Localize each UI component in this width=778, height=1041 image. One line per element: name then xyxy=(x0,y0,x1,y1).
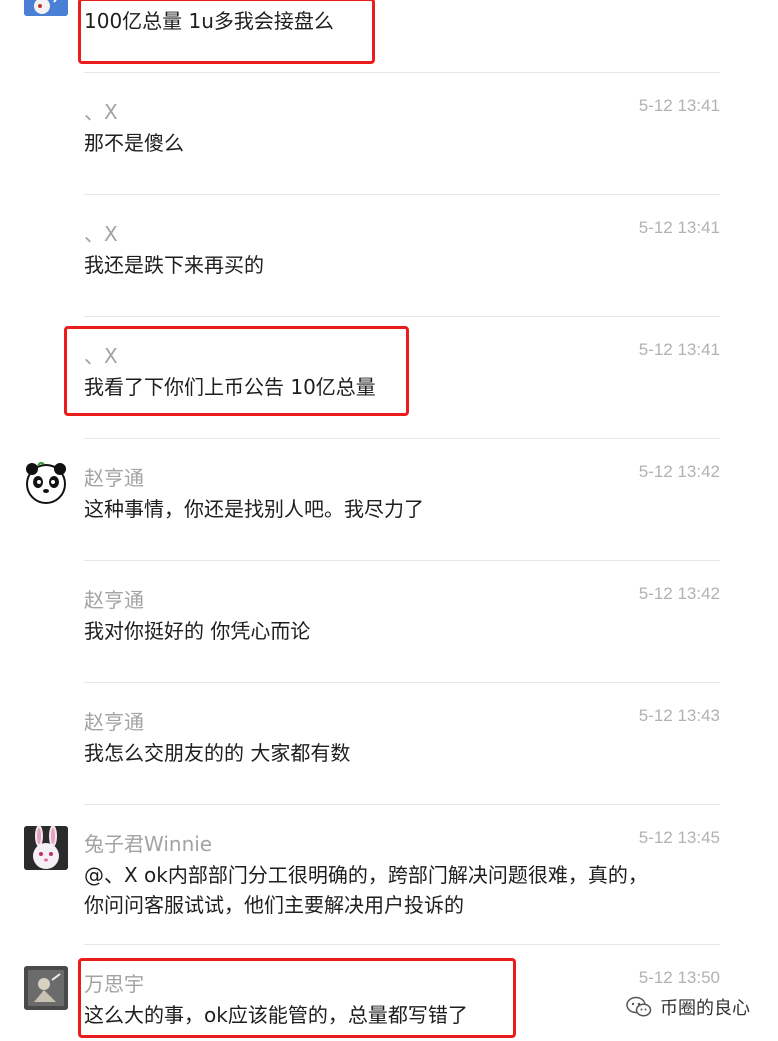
message-text-line1: @、X ok内部部门分工很明确的，跨部门解决问题很难，真的， xyxy=(84,863,648,887)
timestamp: 5-12 13:41 xyxy=(638,96,720,115)
divider xyxy=(84,194,720,195)
sender-name: 、X xyxy=(84,222,118,246)
divider xyxy=(84,560,720,561)
sender-name: 赵亨通 xyxy=(84,466,144,490)
avatar[interactable] xyxy=(24,460,68,504)
avatar[interactable] xyxy=(24,966,68,1010)
divider xyxy=(84,944,720,945)
divider xyxy=(84,682,720,683)
watermark-label: 币圈的良心 xyxy=(660,998,750,1019)
sender-name: 、X xyxy=(84,100,118,124)
sender-name: 赵亨通 xyxy=(84,710,144,734)
message-text: 我对你挺好的 你凭心而论 xyxy=(84,619,311,643)
divider xyxy=(84,804,720,805)
wechat-icon xyxy=(626,996,652,1017)
timestamp: 5-12 13:45 xyxy=(638,828,720,847)
avatar[interactable] xyxy=(24,826,68,870)
photo-icon xyxy=(24,966,68,1010)
watermark: 币圈的良心 xyxy=(626,994,750,1020)
highlight-box xyxy=(78,0,375,64)
message-text: 那不是傻么 xyxy=(84,131,184,155)
panda-icon xyxy=(26,461,66,504)
sender-name: 赵亨通 xyxy=(84,588,144,612)
avatar[interactable] xyxy=(24,0,68,16)
sender-name: 兔子君Winnie xyxy=(84,832,213,856)
message-text-line2: 你问问客服试试，他们主要解决用户投诉的 xyxy=(84,893,464,917)
rabbit-icon xyxy=(24,826,68,870)
timestamp: 5-12 13:42 xyxy=(638,462,720,481)
message-text: 我怎么交朋友的的 大家都有数 xyxy=(84,741,351,765)
timestamp: 5-12 13:41 xyxy=(638,218,720,237)
timestamp: 5-12 13:42 xyxy=(638,584,720,603)
divider xyxy=(84,438,720,439)
message-text: 这种事情，你还是找别人吧。我尽力了 xyxy=(84,497,424,521)
timestamp: 5-12 13:43 xyxy=(638,706,720,725)
divider xyxy=(84,316,720,317)
highlight-box xyxy=(64,326,409,416)
message-text: 我还是跌下来再买的 xyxy=(84,253,264,277)
highlight-box xyxy=(78,958,516,1038)
divider xyxy=(84,72,720,73)
timestamp: 5-12 13:50 xyxy=(638,968,720,987)
timestamp: 5-12 13:41 xyxy=(638,340,720,359)
